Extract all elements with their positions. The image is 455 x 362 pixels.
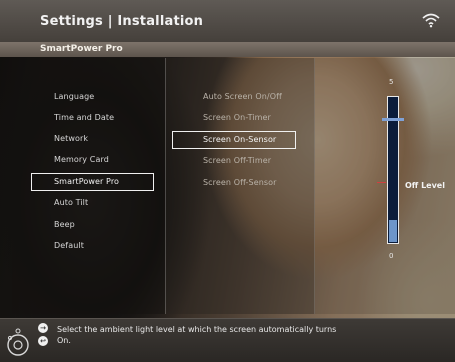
slider-max-label: 5 (389, 78, 394, 86)
back-button-icon: ↩ (38, 336, 48, 346)
menu-item-memory-card[interactable]: Memory Card (54, 155, 109, 164)
off-level-marker (377, 182, 386, 183)
menu-item-auto-tilt[interactable]: Auto Tilt (54, 198, 88, 207)
submenu-item-screen-off-sensor[interactable]: Screen Off-Sensor (203, 178, 277, 187)
menu-item-network[interactable]: Network (54, 134, 88, 143)
photo-frame-screen: Settings | Installation SmartPower Pro L… (0, 0, 455, 362)
slider-fill (389, 220, 397, 242)
menu-item-beep[interactable]: Beep (54, 220, 75, 229)
slider-thumb[interactable] (382, 118, 404, 121)
dpad-icon (7, 328, 29, 356)
page-title: Settings | Installation (40, 14, 204, 29)
wifi-icon (422, 13, 440, 28)
submenu-item-screen-off-timer[interactable]: Screen Off-Timer (203, 156, 271, 165)
help-text: Select the ambient light level at which … (57, 325, 337, 345)
menu-item-language[interactable]: Language (54, 92, 94, 101)
ok-button-icon: → (38, 323, 48, 333)
submenu-item-auto-screen-on-off[interactable]: Auto Screen On/Off (203, 92, 282, 101)
menu-item-smartpower-pro[interactable]: SmartPower Pro (54, 177, 119, 186)
breadcrumb: SmartPower Pro (40, 44, 123, 54)
menu-item-time-and-date[interactable]: Time and Date (54, 113, 114, 122)
off-level-label: Off Level (405, 181, 445, 190)
menu-item-default[interactable]: Default (54, 241, 84, 250)
submenu-item-screen-on-timer[interactable]: Screen On-Timer (203, 113, 271, 122)
submenu-item-screen-on-sensor[interactable]: Screen On-Sensor (203, 135, 276, 144)
slider-min-label: 0 (389, 252, 394, 260)
